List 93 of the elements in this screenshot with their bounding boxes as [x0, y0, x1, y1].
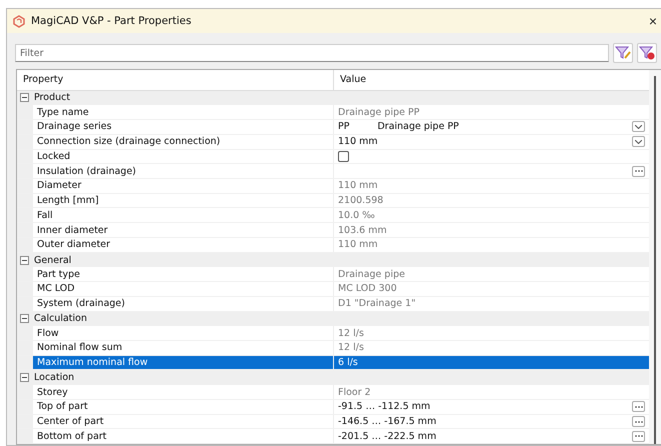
- value-cell[interactable]: -201.5 … -222.5 mm: [333, 429, 649, 444]
- group-row[interactable]: Product: [17, 90, 649, 106]
- dropdown-button[interactable]: [632, 136, 645, 148]
- property-value: 6 l/s: [338, 357, 358, 368]
- property-name[interactable]: Insulation (drainage): [33, 164, 333, 178]
- collapse-icon[interactable]: [20, 256, 29, 264]
- property-name[interactable]: System (drainage): [33, 296, 333, 311]
- property-value: 2100.598: [338, 195, 384, 206]
- window-title: MagiCAD V&P - Part Properties: [31, 15, 192, 27]
- group-row[interactable]: Calculation: [17, 312, 649, 326]
- property-value: 10.0 ‰: [338, 210, 375, 221]
- dropdown-button[interactable]: [632, 121, 645, 132]
- property-name[interactable]: MC LOD: [33, 282, 333, 296]
- property-name[interactable]: Locked: [33, 150, 333, 164]
- checkbox[interactable]: [338, 150, 349, 162]
- property-name[interactable]: Fall: [33, 208, 333, 222]
- filter-clear-icon: [639, 46, 655, 60]
- close-button[interactable]: ×: [644, 13, 661, 29]
- property-value: 110 mm: [338, 180, 378, 192]
- value-cell[interactable]: PP Drainage pipe PP: [333, 120, 649, 134]
- property-name[interactable]: Maximum nominal flow: [33, 356, 333, 370]
- collapse-icon[interactable]: [20, 93, 29, 102]
- property-value: 110 mm: [338, 136, 378, 148]
- value-cell[interactable]: 12 l/s: [333, 326, 649, 340]
- property-name[interactable]: Bottom of part: [33, 429, 333, 444]
- property-value: 12 l/s: [338, 328, 364, 339]
- collapse-icon[interactable]: [20, 373, 29, 382]
- property-value: -146.5 … -167.5 mm: [338, 416, 436, 427]
- logo-icon: [13, 14, 25, 28]
- group-label: Product: [34, 92, 70, 104]
- property-value: 12 l/s: [338, 342, 364, 354]
- filter-field[interactable]: Filter: [15, 44, 609, 62]
- browse-button[interactable]: [632, 416, 645, 427]
- edit-filter-button[interactable]: [613, 43, 633, 63]
- property-value: Drainage pipe PP: [377, 121, 459, 132]
- property-name[interactable]: Outer diameter: [33, 238, 333, 252]
- value-cell[interactable]: MC LOD 300: [333, 282, 649, 296]
- value-cell[interactable]: 110 mm: [333, 178, 649, 193]
- property-name[interactable]: Part type: [33, 267, 333, 282]
- value-cell[interactable]: 6 l/s: [333, 356, 649, 370]
- property-value: 110 mm: [338, 239, 378, 250]
- value-cell[interactable]: 110 mm: [333, 238, 649, 252]
- property-value: PP: [338, 121, 350, 132]
- property-name[interactable]: Storey: [33, 385, 333, 399]
- chevron-down-icon: [635, 124, 642, 129]
- group-label: Calculation: [34, 313, 87, 324]
- browse-button[interactable]: [632, 401, 645, 412]
- property-value: -201.5 … -222.5 mm: [338, 430, 436, 442]
- property-name[interactable]: Connection size (drainage connection): [33, 134, 333, 149]
- property-value: Floor 2: [338, 386, 371, 398]
- ellipsis-icon: [634, 435, 642, 438]
- value-cell[interactable]: 12 l/s: [333, 341, 649, 355]
- property-name[interactable]: Length [mm]: [33, 194, 333, 208]
- property-name[interactable]: Center of part: [33, 414, 333, 428]
- property-name[interactable]: Drainage series: [33, 120, 333, 134]
- property-name[interactable]: Inner diameter: [33, 223, 333, 237]
- property-value: Drainage pipe: [338, 268, 405, 280]
- value-cell[interactable]: Drainage pipe PP: [333, 105, 649, 120]
- value-cell[interactable]: 110 mm: [333, 134, 649, 149]
- value-cell[interactable]: Drainage pipe: [333, 267, 649, 282]
- property-name[interactable]: Diameter: [33, 178, 333, 193]
- clear-filter-button[interactable]: [637, 43, 657, 63]
- property-value: 103.6 mm: [338, 224, 387, 236]
- column-header[interactable]: Property: [17, 70, 333, 90]
- property-name[interactable]: Top of part: [33, 400, 333, 414]
- value-cell[interactable]: D1 "Drainage 1": [333, 296, 649, 311]
- value-cell[interactable]: Floor 2: [333, 385, 649, 399]
- value-cell[interactable]: -146.5 … -167.5 mm: [333, 414, 649, 428]
- browse-button[interactable]: [632, 430, 645, 442]
- chevron-down-icon: [635, 140, 642, 144]
- value-cell[interactable]: [333, 150, 649, 164]
- filter-edit-icon: [615, 46, 631, 60]
- value-cell[interactable]: 2100.598: [333, 194, 649, 208]
- group-label: General: [34, 254, 72, 266]
- ellipsis-icon: [634, 170, 642, 172]
- group-row[interactable]: General: [17, 252, 649, 268]
- ellipsis-icon: [634, 406, 642, 408]
- value-cell[interactable]: [333, 164, 649, 178]
- group-label: Location: [34, 372, 74, 384]
- group-row[interactable]: Location: [17, 370, 649, 386]
- browse-button[interactable]: [632, 166, 645, 177]
- scrollbar[interactable]: [649, 70, 661, 444]
- property-value: D1 "Drainage 1": [338, 298, 416, 310]
- value-cell[interactable]: 10.0 ‰: [333, 208, 649, 222]
- property-value: -91.5 … -112.5 mm: [338, 401, 430, 412]
- value-cell[interactable]: 103.6 mm: [333, 223, 649, 237]
- value-cell[interactable]: -91.5 … -112.5 mm: [333, 400, 649, 414]
- property-value: Drainage pipe PP: [338, 106, 420, 118]
- property-value: MC LOD 300: [338, 283, 397, 294]
- collapse-icon[interactable]: [20, 314, 29, 324]
- property-name[interactable]: Nominal flow sum: [33, 341, 333, 355]
- property-name[interactable]: Type name: [33, 105, 333, 120]
- property-name[interactable]: Flow: [33, 326, 333, 340]
